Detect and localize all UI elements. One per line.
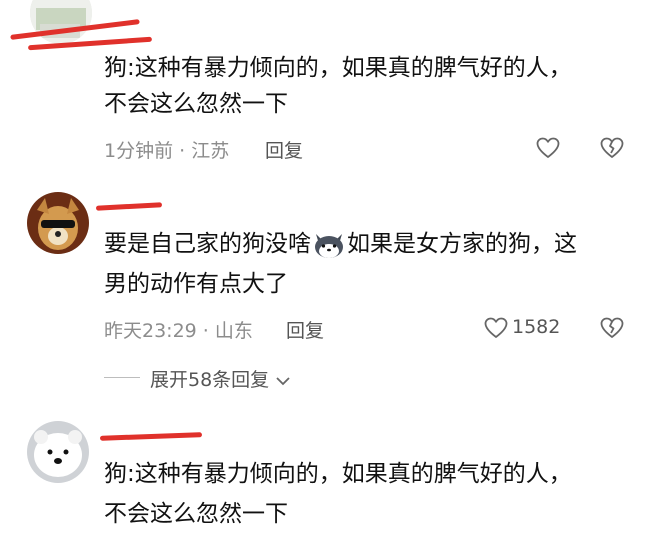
comment-text-part: 要是自己家的狗没啥	[104, 231, 311, 257]
comment-text-line: 狗:这种有暴力倾向的，如果真的脾气好的人，	[104, 461, 572, 487]
like-count: 1582	[512, 316, 561, 338]
expand-replies-button[interactable]: 展开58条回复	[150, 365, 291, 392]
avatar-image	[27, 192, 89, 254]
comment-text: 要是自己家的狗没啥 如果是女方家的狗，这	[104, 226, 577, 262]
comment-meta: 1分钟前 · 江苏	[104, 140, 230, 162]
chevron-down-icon	[275, 370, 291, 392]
heart-icon[interactable]	[536, 137, 560, 163]
comment-text-line: 不会这么忽然一下	[104, 501, 288, 527]
avatar-image	[27, 421, 89, 483]
expand-replies-label: 展开58条回复	[150, 369, 270, 391]
avatar[interactable]	[30, 0, 92, 44]
avatar[interactable]	[27, 192, 89, 254]
avatar-image	[30, 0, 92, 44]
heart-icon[interactable]	[484, 317, 508, 343]
reply-button[interactable]: 回复	[286, 316, 324, 343]
redaction-mark	[99, 432, 203, 441]
reply-button[interactable]: 回复	[265, 136, 303, 163]
comment-text-line: 狗:这种有暴力倾向的，如果真的脾气好的人，	[104, 55, 572, 81]
broken-heart-icon[interactable]	[600, 317, 624, 343]
comment-meta: 昨天23:29 · 山东	[104, 320, 253, 342]
husky-emoji	[312, 230, 346, 260]
broken-heart-icon[interactable]	[600, 137, 624, 163]
redaction-mark	[95, 202, 163, 211]
divider-line	[104, 377, 140, 378]
avatar[interactable]	[27, 421, 89, 483]
comment-text-part: 如果是女方家的狗，这	[347, 231, 577, 257]
comment-text-line: 男的动作有点大了	[104, 271, 288, 297]
comment-text-line: 不会这么忽然一下	[104, 91, 288, 117]
